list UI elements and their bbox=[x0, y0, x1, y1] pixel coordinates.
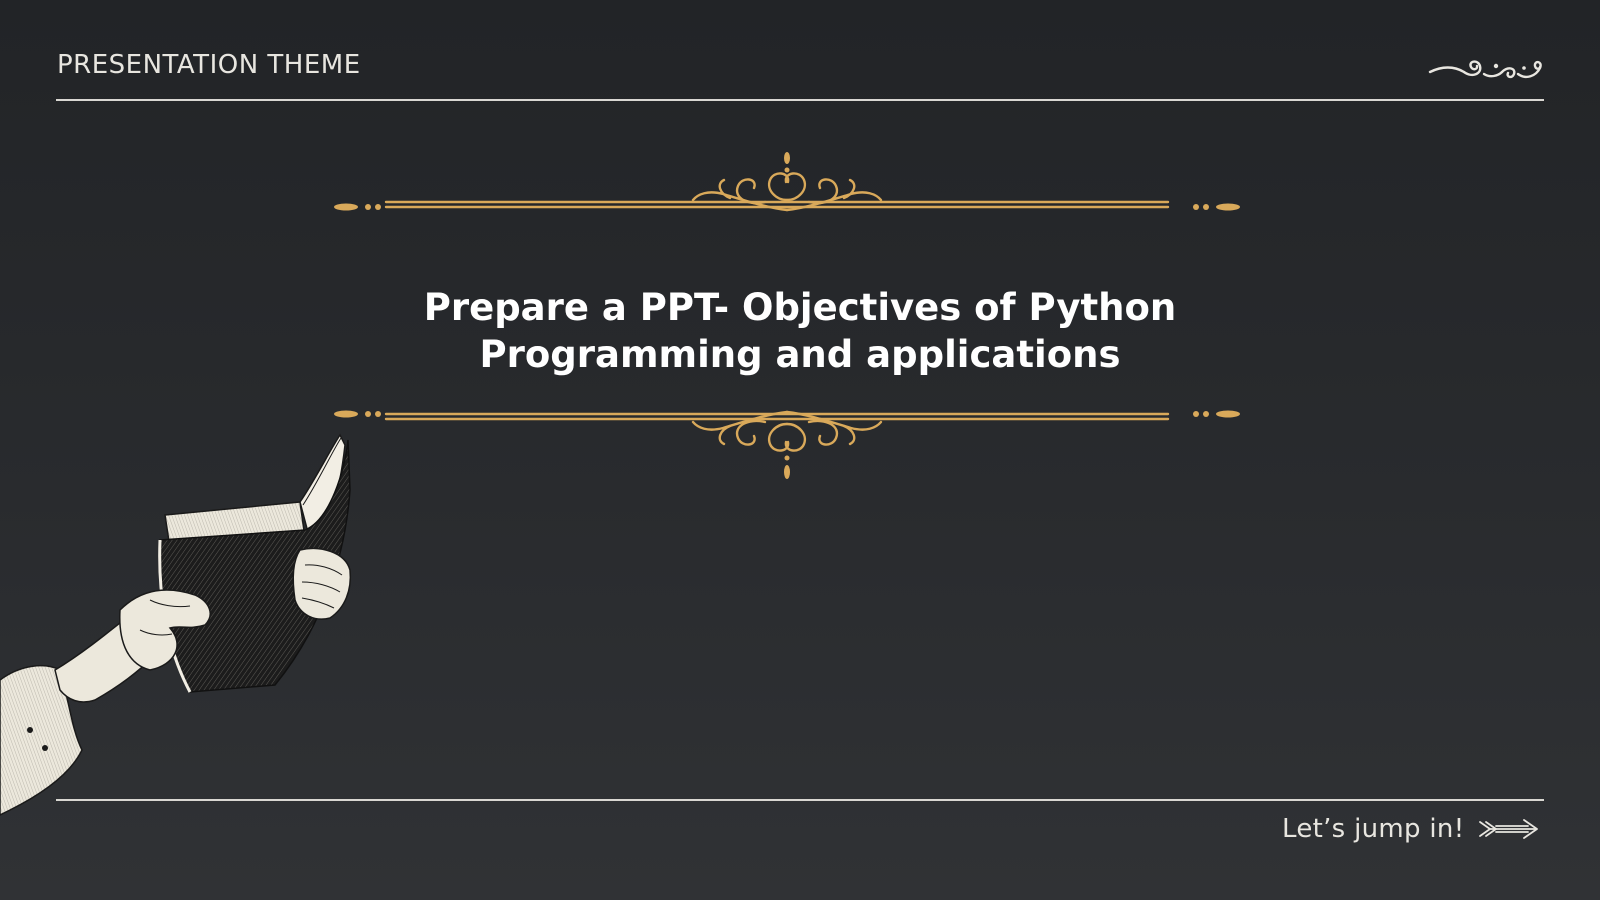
gold-scroll-ornament-bottom-icon bbox=[334, 410, 1240, 479]
hand-holding-book-icon bbox=[0, 433, 352, 816]
theme-label: PRESENTATION THEME bbox=[57, 50, 361, 80]
gold-scroll-ornament-top-icon bbox=[334, 152, 1240, 212]
slide-title: Prepare a PPT- Objectives of Python Prog… bbox=[423, 286, 1177, 376]
bottom-divider bbox=[56, 799, 1544, 801]
cta[interactable]: Let’s jump in! bbox=[1282, 814, 1540, 844]
cta-label[interactable]: Let’s jump in! bbox=[1282, 814, 1464, 844]
arrow-right-icon[interactable] bbox=[1478, 816, 1540, 842]
swirl-flourish-icon bbox=[1428, 60, 1542, 79]
top-divider bbox=[56, 99, 1544, 101]
slide: PRESENTATION THEME Prepare a PPT- Object… bbox=[0, 0, 1600, 900]
